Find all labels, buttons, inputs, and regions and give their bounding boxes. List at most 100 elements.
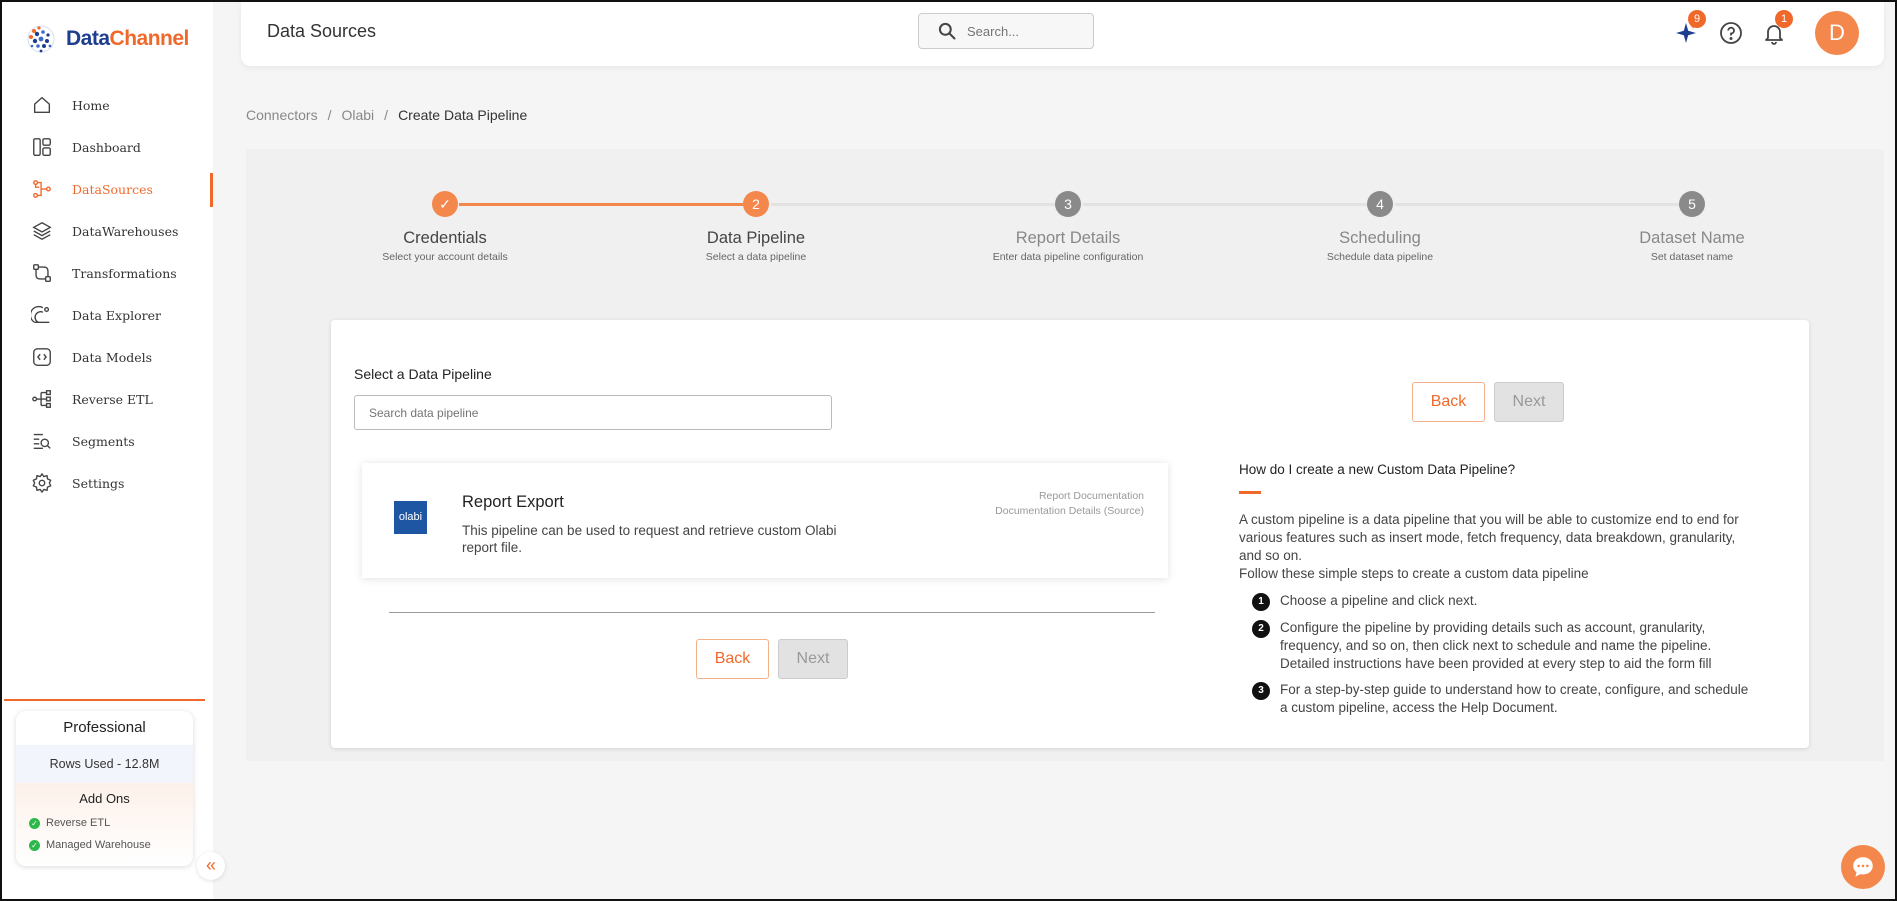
next-button-bottom[interactable]: Next	[778, 639, 848, 679]
help-step-text: Configure the pipeline by providing deta…	[1280, 620, 1712, 671]
back-button-bottom[interactable]: Back	[696, 639, 769, 679]
help-button[interactable]	[1718, 20, 1744, 46]
pipeline-card: Select a Data Pipeline olabi Report Expo…	[331, 320, 1809, 748]
help-steps: 1 Choose a pipeline and click next. 2 Co…	[1252, 592, 1752, 725]
top-header: Data Sources 9 1 D	[241, 2, 1884, 66]
pipeline-doc-links: Report Documentation Documentation Detai…	[995, 489, 1144, 519]
sidebar-item-label: Segments	[72, 433, 135, 449]
help-accent-bar	[1239, 491, 1261, 494]
step-subtitle: Set dataset name	[1650, 251, 1734, 263]
check-icon: ✓	[432, 191, 458, 217]
step-report-details[interactable]: 3 Report Details Enter data pipeline con…	[918, 191, 1218, 263]
breadcrumb-separator: /	[384, 107, 389, 123]
sidebar-item-settings[interactable]: Settings	[2, 462, 213, 504]
olabi-logo: olabi	[394, 501, 427, 534]
chat-support-button[interactable]	[1841, 845, 1885, 889]
addons-section: Add Ons ✓ Reverse ETL ✓ Managed Warehouse	[16, 783, 193, 866]
step-title: Dataset Name	[1639, 229, 1745, 247]
report-documentation-link[interactable]: Report Documentation	[995, 489, 1144, 504]
sidebar-item-data-models[interactable]: Data Models	[2, 336, 213, 378]
check-icon: ✓	[29, 839, 40, 851]
step-number: 3	[1055, 191, 1081, 217]
sidebar: DataChannel Home Dashboard DataSources D…	[2, 2, 213, 899]
notifications-button[interactable]: 1	[1761, 10, 1793, 46]
sidebar-item-label: Dashboard	[72, 139, 141, 155]
chat-icon	[1853, 857, 1873, 877]
sidebar-item-datasources[interactable]: DataSources	[2, 168, 213, 210]
search-input[interactable]	[967, 23, 1077, 39]
pipeline-option-report-export[interactable]: olabi Report Export This pipeline can be…	[362, 463, 1168, 578]
transformations-icon	[30, 261, 54, 285]
step-credentials[interactable]: ✓ Credentials Select your account detail…	[295, 191, 595, 263]
segments-icon	[30, 429, 54, 453]
breadcrumb-olabi[interactable]: Olabi	[341, 107, 374, 123]
search-icon	[938, 22, 956, 40]
step-title: Scheduling	[1339, 229, 1421, 247]
plan-card: Professional Rows Used - 12.8M Add Ons ✓…	[16, 711, 193, 866]
datasources-icon	[30, 177, 54, 201]
global-search[interactable]	[918, 13, 1094, 49]
sidebar-item-dashboard[interactable]: Dashboard	[2, 126, 213, 168]
sidebar-item-segments[interactable]: Segments	[2, 420, 213, 462]
ai-assistant-button[interactable]: 9	[1673, 10, 1706, 46]
back-button-top[interactable]: Back	[1412, 382, 1485, 422]
divider	[389, 612, 1155, 613]
pipeline-search-input[interactable]	[354, 395, 832, 430]
sidebar-nav: Home Dashboard DataSources DataWarehouse…	[2, 84, 213, 504]
step-scheduling[interactable]: 4 Scheduling Schedule data pipeline	[1230, 191, 1530, 263]
plan-name: Professional	[63, 719, 146, 736]
sidebar-item-home[interactable]: Home	[2, 84, 213, 126]
step-number-badge: 2	[1252, 620, 1270, 638]
step-dataset-name[interactable]: 5 Dataset Name Set dataset name	[1542, 191, 1842, 263]
plan-divider	[4, 699, 205, 701]
help-icon	[1720, 22, 1742, 44]
step-title: Report Details	[1015, 229, 1121, 247]
ai-badge: 9	[1688, 10, 1706, 28]
notification-badge: 1	[1775, 10, 1793, 28]
step-data-pipeline[interactable]: 2 Data Pipeline Select a data pipeline	[606, 191, 906, 263]
sidebar-item-label: DataSources	[72, 181, 153, 197]
step-number-badge: 3	[1252, 682, 1270, 700]
breadcrumb-connectors[interactable]: Connectors	[246, 107, 318, 123]
data-models-icon	[30, 345, 54, 369]
sidebar-item-label: Reverse ETL	[72, 391, 153, 407]
help-title: How do I create a new Custom Data Pipeli…	[1239, 462, 1516, 477]
addon-label: Managed Warehouse	[46, 839, 151, 851]
breadcrumb-current: Create Data Pipeline	[398, 107, 528, 123]
brand-logo[interactable]: DataChannel	[24, 22, 189, 56]
help-step: 3 For a step-by-step guide to understand…	[1252, 681, 1752, 717]
step-subtitle: Select a data pipeline	[705, 251, 807, 263]
stepper: ✓ Credentials Select your account detail…	[246, 149, 1884, 279]
step-number: 2	[743, 191, 769, 217]
next-button-top[interactable]: Next	[1494, 382, 1564, 422]
sidebar-item-datawarehouses[interactable]: DataWarehouses	[2, 210, 213, 252]
help-step: 1 Choose a pipeline and click next.	[1252, 592, 1752, 611]
help-intro-text: A custom pipeline is a data pipeline tha…	[1239, 512, 1739, 563]
sidebar-item-label: Home	[72, 97, 110, 113]
step-subtitle: Enter data pipeline configuration	[992, 251, 1144, 263]
brand-name: DataChannel	[66, 27, 189, 51]
sidebar-item-label: Data Explorer	[72, 307, 161, 323]
sidebar-item-transformations[interactable]: Transformations	[2, 252, 213, 294]
help-step: 2 Configure the pipeline by providing de…	[1252, 619, 1752, 673]
addon-item: ✓ Reverse ETL	[16, 812, 193, 834]
step-number: 5	[1679, 191, 1705, 217]
double-chevron-left-icon: «	[205, 855, 216, 875]
data-explorer-icon	[30, 303, 54, 327]
avatar[interactable]: D	[1815, 11, 1859, 55]
step-subtitle: Select your account details	[382, 251, 508, 263]
documentation-details-link[interactable]: Documentation Details (Source)	[995, 504, 1144, 519]
brand-name-part2: Channel	[109, 27, 190, 50]
sidebar-item-label: Transformations	[72, 265, 177, 281]
brand-name-part1: Data	[66, 27, 110, 50]
collapse-sidebar-button[interactable]: «	[197, 852, 225, 880]
breadcrumb: Connectors / Olabi / Create Data Pipelin…	[246, 107, 527, 123]
step-subtitle: Schedule data pipeline	[1326, 251, 1434, 263]
dashboard-icon	[30, 135, 54, 159]
pipeline-name: Report Export	[462, 493, 564, 511]
datawarehouses-icon	[30, 219, 54, 243]
addons-title: Add Ons	[79, 791, 130, 806]
sidebar-item-reverse-etl[interactable]: Reverse ETL	[2, 378, 213, 420]
help-follow-text: Follow these simple steps to create a cu…	[1239, 566, 1589, 581]
sidebar-item-data-explorer[interactable]: Data Explorer	[2, 294, 213, 336]
